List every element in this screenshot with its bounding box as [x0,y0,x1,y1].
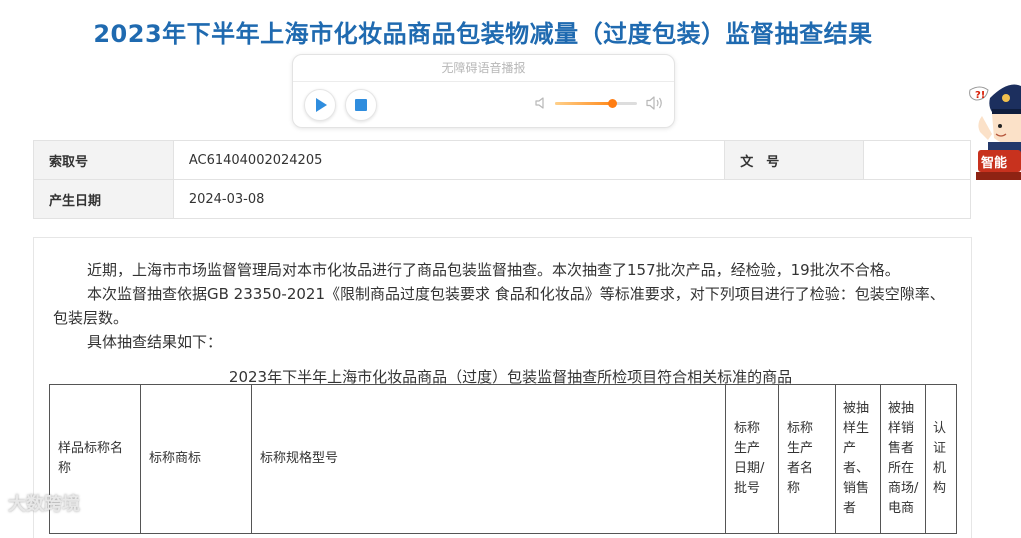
watermark: 大数跨境 [8,494,80,515]
svg-text:?!: ?! [975,90,985,101]
assistant-label: 智能 [981,155,1007,171]
results-table: 样品标称名称 标称商标 标称规格型号 标称 生产 日期/批号 标称 生产 者名称 被抽样… [49,384,957,534]
index-number-label: 索取号 [33,140,174,180]
header-sampled-producer-seller: 被抽 样生产者、 销售者 [835,384,881,534]
header-production-date: 标称 生产 日期/批号 [725,384,779,534]
page-title: 2023年下半年上海市化妆品商品包装物减量（过度包装）监督抽查结果 [93,20,873,48]
intro-paragraph: 近期，上海市市场监督管理局对本市化妆品进行了商品包装监督抽查。本次抽查了157批… [87,261,900,279]
header-manufacturer: 标称 生产 者名称 [778,384,836,534]
volume-slider-knob[interactable] [608,99,618,108]
date-label: 产生日期 [33,179,174,219]
volume-slider[interactable] [555,99,637,108]
document-meta-table: 索取号 AC61404002024205 文 号 产生日期 2024-03-08 [33,140,972,219]
volume-high-icon[interactable] [646,95,664,111]
document-number-value [863,140,971,180]
assistant-mascot[interactable]: ?! 智能 [966,76,1021,180]
header-specification: 标称规格型号 [251,384,726,534]
police-mascot-icon: ?! 智能 [969,84,1021,180]
header-certification-body: 认证机构 [925,384,957,534]
header-seller-location: 被抽 样销 售者 所在 商场/电商 [880,384,926,534]
index-number-value: AC61404002024205 [172,140,726,180]
results-intro-paragraph: 具体抽查结果如下： [87,333,223,351]
header-trademark: 标称商标 [140,384,252,534]
player-label: 无障碍语音播报 [293,55,674,82]
date-value: 2024-03-08 [172,179,972,219]
document-number-label: 文 号 [724,140,865,180]
standard-paragraph: 本次监督抽查依据GB 23350-2021《限制商品过度包装要求 食品和化妆品》… [53,285,945,327]
stop-button[interactable] [345,89,377,121]
audio-player: 无障碍语音播报 [292,54,675,128]
volume-slider-fill [555,102,613,105]
play-button[interactable] [304,89,336,121]
table-header-row: 样品标称名称 标称商标 标称规格型号 标称 生产 日期/批号 标称 生产 者名称 被抽样… [49,384,957,534]
volume-low-icon[interactable] [534,96,548,110]
